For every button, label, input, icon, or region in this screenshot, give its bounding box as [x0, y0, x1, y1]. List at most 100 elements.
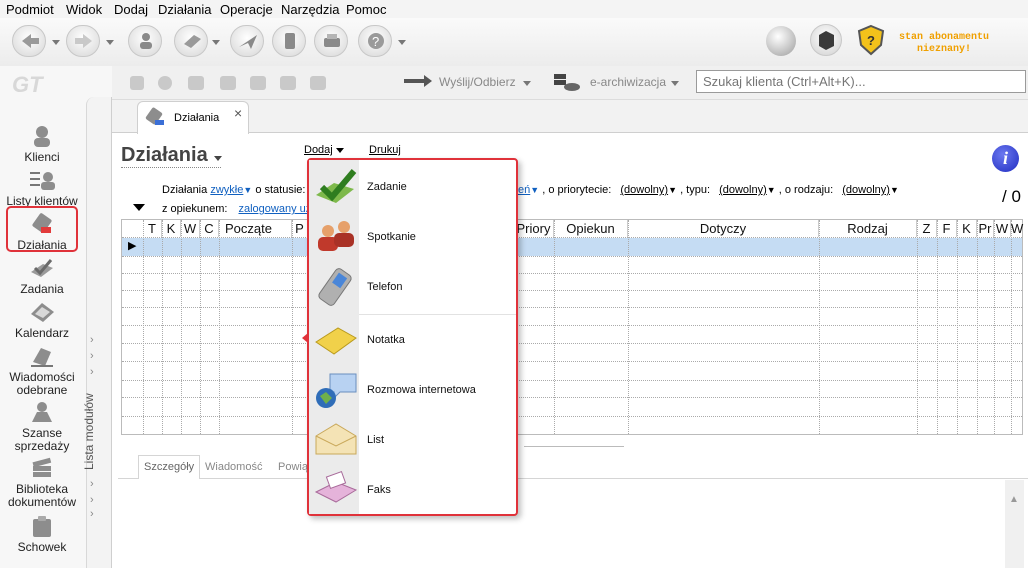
- subscription-status[interactable]: stan abonamentu nieznany!: [892, 32, 996, 56]
- add-menu-button[interactable]: Dodaj: [304, 144, 333, 156]
- send-receive-dropdown-icon[interactable]: [523, 81, 531, 86]
- back-button[interactable]: [12, 25, 46, 57]
- chevron-right-icon[interactable]: ›: [90, 494, 94, 506]
- note-tool-button[interactable]: [174, 25, 208, 57]
- filter-type2-value[interactable]: (dowolny): [719, 184, 767, 196]
- client-search-input[interactable]: [696, 70, 1026, 93]
- splitter-handle[interactable]: [524, 446, 624, 449]
- menu-item-faks[interactable]: Faks: [309, 465, 516, 515]
- col-header-k2[interactable]: K: [957, 220, 977, 237]
- sidebar-item-szanse-sprzedazy[interactable]: Szanse sprzedaży: [4, 400, 80, 453]
- chevron-right-icon[interactable]: ›: [90, 350, 94, 362]
- filter-status-link[interactable]: eń: [518, 184, 530, 196]
- forward-dropdown-icon[interactable]: [106, 40, 114, 45]
- sidebar-item-klienci[interactable]: Klienci: [4, 124, 80, 164]
- note-dropdown-icon[interactable]: [212, 40, 220, 45]
- page-title[interactable]: Działania: [121, 144, 208, 167]
- col-header-rodzaj[interactable]: Rodzaj: [819, 220, 917, 237]
- send-receive-button[interactable]: Wyślij/Odbierz: [439, 75, 516, 89]
- sidebar-item-schowek[interactable]: Schowek: [4, 514, 80, 554]
- menu-widok[interactable]: Widok: [66, 2, 102, 17]
- col-header-w[interactable]: W: [181, 220, 200, 237]
- filter-kind-dropdown-icon[interactable]: ▼: [890, 185, 899, 195]
- col-header-priorytet[interactable]: Priory: [514, 220, 554, 237]
- shield-warning-icon[interactable]: ?: [856, 24, 886, 56]
- menu-item-zadanie[interactable]: Zadanie: [309, 162, 516, 212]
- menu-operacje[interactable]: Operacje: [220, 2, 273, 17]
- col-header-p[interactable]: P: [292, 220, 308, 237]
- sidebar-item-listy-klientow[interactable]: Listy klientów: [4, 168, 80, 208]
- col-header-k[interactable]: K: [162, 220, 181, 237]
- menu-narzedzia[interactable]: Narzędzia: [281, 2, 340, 17]
- tab-dzialania[interactable]: Działania ×: [137, 101, 249, 134]
- close-tab-icon[interactable]: ×: [234, 105, 242, 121]
- filter-type-dropdown-icon[interactable]: ▼: [243, 185, 252, 195]
- col-header-pr[interactable]: Pr: [977, 220, 994, 237]
- tab-wiadomosc[interactable]: Wiadomość: [205, 461, 262, 473]
- filter-priority-value[interactable]: (dowolny): [620, 184, 668, 196]
- e-archive-dropdown-icon[interactable]: [671, 81, 679, 86]
- col-header-dotyczy[interactable]: Dotyczy: [628, 220, 819, 237]
- col-header-w3[interactable]: W: [1011, 220, 1023, 237]
- tab-powiazania[interactable]: Powią: [278, 461, 308, 473]
- title-underline: [121, 167, 221, 168]
- forward-button[interactable]: [66, 25, 100, 57]
- col-header-opiekun[interactable]: Opiekun: [554, 220, 628, 237]
- col-header-w2[interactable]: W: [994, 220, 1011, 237]
- tool-icon-3[interactable]: [188, 76, 204, 90]
- menu-item-telefon[interactable]: Telefon: [309, 262, 516, 312]
- filter-owner-link[interactable]: zalogowany uż: [239, 203, 312, 215]
- globe-icon[interactable]: [766, 26, 796, 56]
- col-header-c[interactable]: C: [200, 220, 219, 237]
- menu-dzialania[interactable]: Działania: [158, 2, 211, 17]
- send-tool-button[interactable]: [230, 25, 264, 57]
- tool-icon-6[interactable]: [280, 76, 296, 90]
- tool-icon-5[interactable]: [250, 76, 266, 90]
- sidebar-item-biblioteka[interactable]: Biblioteka dokumentów: [4, 456, 80, 509]
- menu-item-notatka[interactable]: Notatka: [309, 315, 516, 365]
- filter-priority-dropdown-icon[interactable]: ▼: [668, 185, 677, 195]
- e-archive-button[interactable]: e-archiwizacja: [590, 75, 666, 89]
- title-dropdown-icon[interactable]: [214, 156, 222, 161]
- menu-podmiot[interactable]: Podmiot: [6, 2, 54, 17]
- tool-icon-4[interactable]: [220, 76, 236, 90]
- tab-szczegoly[interactable]: Szczegóły: [138, 455, 200, 479]
- box-button[interactable]: [810, 24, 842, 56]
- info-icon[interactable]: i: [992, 145, 1019, 172]
- chevron-right-icon[interactable]: ›: [90, 478, 94, 490]
- tool-icon-2[interactable]: [158, 76, 172, 90]
- sidebar-item-zadania[interactable]: Zadania: [4, 256, 80, 296]
- detail-scrollbar[interactable]: ▲: [1005, 480, 1024, 568]
- clients-tool-button[interactable]: [128, 25, 162, 57]
- chevron-right-icon[interactable]: ›: [90, 508, 94, 520]
- filter-type-link[interactable]: zwykłe: [210, 184, 243, 196]
- col-header-f[interactable]: F: [937, 220, 957, 237]
- col-header-z[interactable]: Z: [917, 220, 937, 237]
- scroll-up-icon[interactable]: ▲: [1009, 494, 1019, 505]
- menu-item-list[interactable]: List: [309, 415, 516, 465]
- col-header-t[interactable]: T: [143, 220, 162, 237]
- tool-icon-1[interactable]: [130, 76, 144, 90]
- menu-dodaj[interactable]: Dodaj: [114, 2, 148, 17]
- help-dropdown-icon[interactable]: [398, 40, 406, 45]
- tool-icon-7[interactable]: [310, 76, 326, 90]
- sidebar-item-kalendarz[interactable]: Kalendarz: [4, 300, 80, 340]
- table-row-selected[interactable]: [122, 238, 1022, 256]
- filter-type2-dropdown-icon[interactable]: ▼: [767, 185, 776, 195]
- chevron-right-icon[interactable]: ›: [90, 334, 94, 346]
- fax-tool-button[interactable]: [314, 25, 348, 57]
- phone-tool-button[interactable]: [272, 25, 306, 57]
- menu-item-rozmowa[interactable]: Rozmowa internetowa: [309, 365, 516, 415]
- sidebar-item-wiadomosci[interactable]: Wiadomości odebrane: [4, 344, 80, 397]
- filter-kind-value[interactable]: (dowolny): [842, 184, 890, 196]
- filter-collapse-icon[interactable]: [133, 204, 145, 211]
- col-header-poczatek[interactable]: Począte: [219, 220, 292, 237]
- add-dropdown-icon[interactable]: [336, 148, 344, 153]
- print-button[interactable]: Drukuj: [369, 144, 401, 156]
- activities-table[interactable]: ▶ T K W C Począte P Priory Opiekun Dotyc…: [121, 219, 1023, 435]
- filter-status-dropdown-icon[interactable]: ▼: [530, 185, 539, 195]
- back-dropdown-icon[interactable]: [52, 40, 60, 45]
- menu-item-spotkanie[interactable]: Spotkanie: [309, 212, 516, 262]
- help-tool-button[interactable]: ?: [358, 25, 392, 57]
- menu-pomoc[interactable]: Pomoc: [346, 2, 386, 17]
